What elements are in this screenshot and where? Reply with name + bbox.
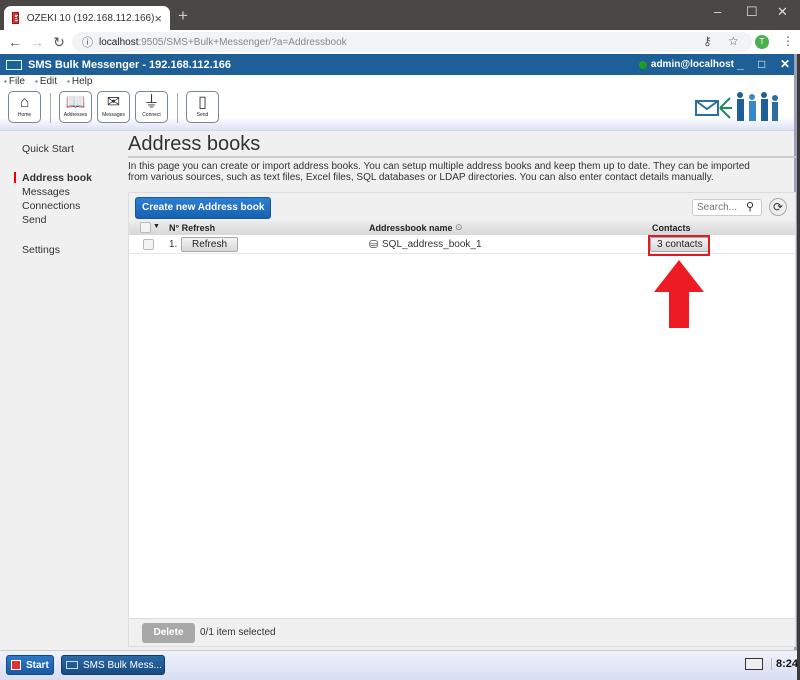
site-info-icon[interactable]: ⓘ [82,34,93,50]
home-icon: ⌂ [19,94,30,111]
browser-tab-bar: OZEKI 10 (192.168.112.166) × + – ☐ ✕ [0,0,800,30]
online-status-icon [638,60,647,69]
sms-bulk-task-icon [66,661,78,669]
row-checkbox[interactable] [143,239,154,250]
menu-bar: File Edit Help [0,75,794,87]
desktop-monitor-icon[interactable] [745,658,763,670]
ozeki-favicon-icon [12,12,19,24]
key-icon[interactable]: ⚷ [703,34,712,48]
panel-footer: Delete 0/1 item selected [129,618,795,646]
app-maximize-button[interactable]: □ [758,57,765,71]
window-minimize-button[interactable]: – [714,4,721,19]
menu-edit[interactable]: Edit [35,76,57,87]
window-close-button[interactable]: ✕ [777,4,788,20]
active-indicator [14,172,16,183]
sms-bulk-logo-icon [6,59,22,70]
browser-menu-icon[interactable]: ⋮ [782,34,794,48]
toolbar-label: Send [196,112,209,118]
column-header-contacts: Contacts [652,223,691,233]
toolbar-send-button[interactable]: ▯ Send [186,91,219,123]
sidebar-item-connections[interactable]: Connections [22,200,80,212]
reload-icon[interactable]: ↻ [48,34,70,51]
taskbar: Start SMS Bulk Mess... 8:24 [0,650,798,680]
create-address-book-button[interactable]: Create new Address book [135,197,272,219]
toolbar-home-button[interactable]: ⌂ Home [8,91,41,123]
sidebar-item-messages[interactable]: Messages [22,186,70,198]
browser-tab[interactable]: OZEKI 10 (192.168.112.166) × [4,6,170,30]
task-label: SMS Bulk Mess... [83,659,162,671]
toolbar-label: Addresses [63,112,88,118]
phone-icon: ▯ [198,94,207,111]
select-dropdown-icon[interactable]: ▼ [153,223,160,230]
search-icon[interactable]: ⚲ [746,200,754,213]
user-name: admin@localhost [650,59,734,70]
bookmark-star-icon[interactable]: ☆ [728,34,739,48]
delete-button[interactable]: Delete [142,623,195,643]
browser-toolbar: ← → ↻ ⓘ localhost:9505/SMS+Bulk+Messenge… [0,30,800,54]
bulk-messenger-brand-icon [695,92,778,121]
tab-close-icon[interactable]: × [154,11,162,26]
table-header: ▼ N° Refresh Addressbook name ⊙ Contacts [129,221,795,235]
database-icon: ⛁ [369,239,379,251]
toolbar-label: Messages [102,112,125,118]
toolbar-addresses-button[interactable]: 📖 Addresses [59,91,92,123]
menu-help[interactable]: Help [67,76,93,87]
content-header: Address books In this page you can creat… [128,133,796,183]
column-header-refresh: N° Refresh [169,223,216,233]
plug-icon: ⏚ [143,94,160,111]
refresh-list-icon[interactable]: ⟳ [769,198,787,216]
envelope-icon: ✉ [106,94,121,111]
sidebar-item-settings[interactable]: Settings [22,244,60,256]
addressbook-panel: Create new Address book ⚲ ⟳ ▼ N° Refresh… [128,192,796,647]
toolbar-separator [50,93,51,123]
url-path: :9505/SMS+Bulk+Messenger/?a=Addressbook [138,36,347,48]
selection-status: 0/1 item selected [200,627,276,638]
app-title: SMS Bulk Messenger - 192.168.112.166 [28,58,232,71]
clock: 8:24 [771,658,798,670]
user-status: admin@localhost [638,59,734,70]
tab-title: OZEKI 10 (192.168.112.166) [26,12,155,24]
toolbar-messages-button[interactable]: ✉ Messages [97,91,130,123]
column-header-name[interactable]: Addressbook name [369,223,453,233]
profile-avatar[interactable]: T [755,35,769,49]
addressbook-name[interactable]: SQL_address_book_1 [382,239,482,250]
row-number: 1. [169,239,178,250]
toolbar-label: Connect [142,112,161,118]
toolbar-connect-button[interactable]: ⏚ Connect [135,91,168,123]
app-close-button[interactable]: ✕ [780,57,790,71]
back-icon[interactable]: ← [4,34,26,50]
page-title: Address books [128,133,796,158]
page-description: In this page you can create or import ad… [128,161,750,183]
start-button[interactable]: Start [6,655,54,675]
new-tab-button[interactable]: + [178,6,188,26]
toolbar-separator [177,93,178,123]
url-bar[interactable]: ⓘ localhost:9505/SMS+Bulk+Messenger/?a=A… [72,32,752,52]
addressbook-icon: 📖 [65,94,86,111]
window-maximize-button[interactable]: ☐ [746,4,758,20]
red-arrow-annotation-icon [654,260,704,328]
sidebar-item-send[interactable]: Send [22,214,47,226]
app-header: SMS Bulk Messenger - 192.168.112.166 adm… [0,54,794,75]
select-all-checkbox[interactable] [140,222,151,233]
sidebar-item-quick-start[interactable]: Quick Start [22,143,74,155]
contacts-highlight-box [648,235,710,256]
menu-file[interactable]: File [4,76,25,87]
app-minimize-button[interactable]: _ [737,57,744,71]
taskbar-app-sms-bulk[interactable]: SMS Bulk Mess... [61,655,165,675]
row-refresh-button[interactable]: Refresh [181,237,239,252]
start-label: Start [26,659,49,671]
sidebar-item-address-book[interactable]: Address book [22,172,92,184]
forward-icon[interactable]: → [26,34,48,50]
app-toolbar: ⌂ Home 📖 Addresses ✉ Messages ⏚ Connect … [0,87,794,131]
ozeki-start-icon [11,660,21,670]
url-host: localhost [99,36,139,48]
panel-toolbar: Create new Address book ⚲ ⟳ [129,193,795,221]
toolbar-label: Home [17,112,32,118]
sort-icon[interactable]: ⊙ [455,222,463,233]
